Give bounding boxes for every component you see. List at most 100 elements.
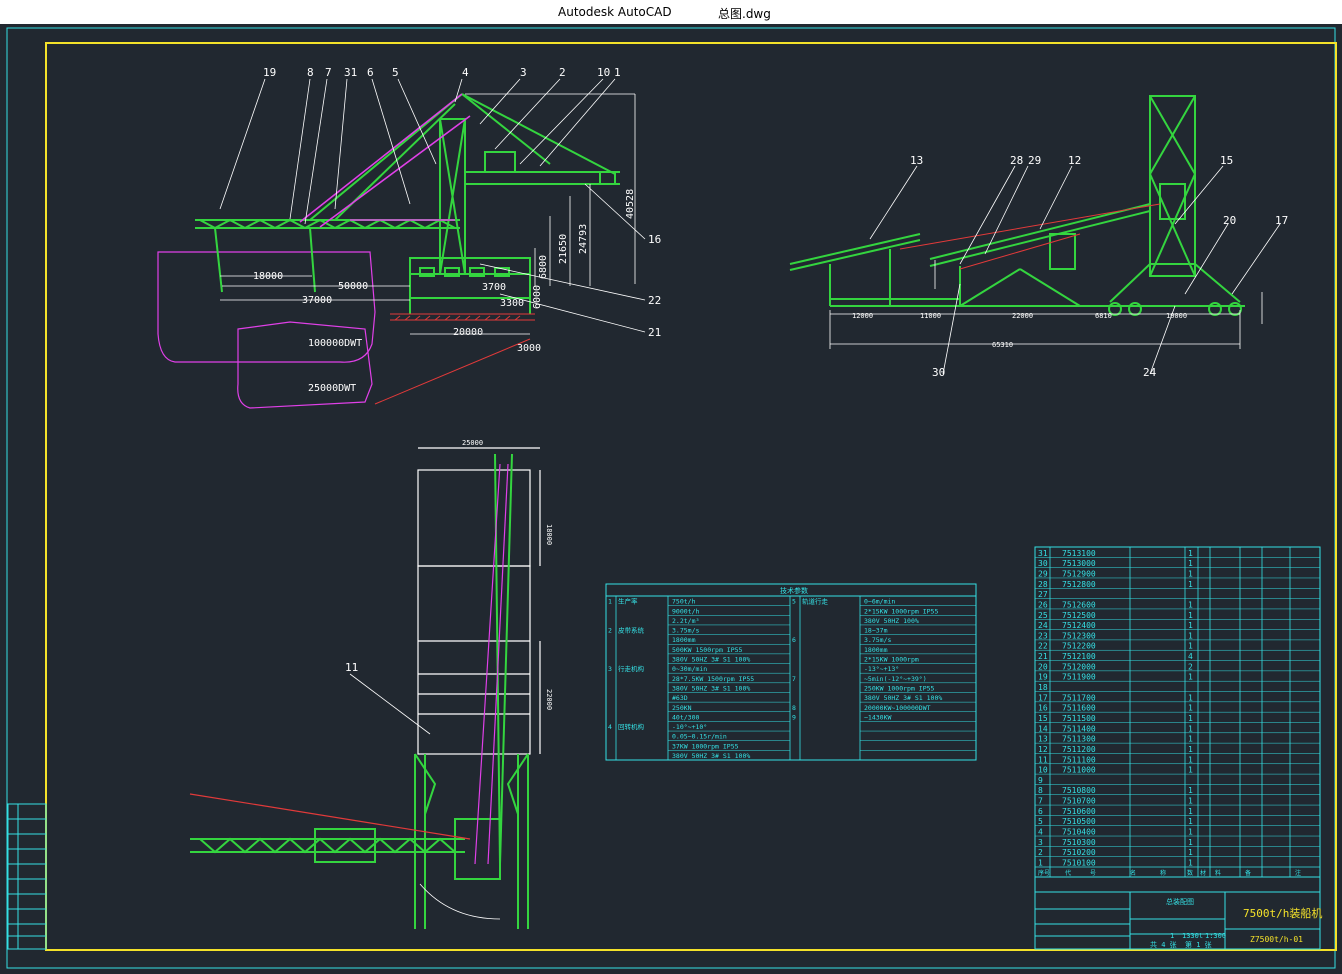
balloon-5[interactable]: 5 — [392, 66, 399, 79]
balloon-12[interactable]: 12 — [1068, 154, 1081, 167]
spec-cell: 380V 50HZ 3# S1 100% — [672, 656, 750, 664]
spec-cell: 7 — [792, 675, 796, 683]
side-view[interactable]: 13 28 29 12 15 20 17 30 24 12000 11000 2… — [789, 95, 1288, 379]
file-name: 总图.dwg — [718, 7, 771, 21]
spec-cell: 37KW 1000rpm IP55 — [672, 742, 739, 750]
parts-header-cell: 料 — [1215, 869, 1221, 877]
parts-row-number: 11 — [1038, 755, 1048, 764]
balloon-4[interactable]: 4 — [462, 66, 469, 79]
parts-row-number: 28 — [1038, 580, 1048, 589]
parts-row-number: 8 — [1038, 786, 1043, 795]
balloon-22[interactable]: 22 — [648, 294, 661, 307]
balloon-3[interactable]: 3 — [520, 66, 527, 79]
parts-row-qty: 1 — [1188, 735, 1193, 744]
parts-row-number: 21 — [1038, 652, 1048, 661]
balloon-19[interactable]: 19 — [263, 66, 276, 79]
spec-cell: 5 — [792, 598, 796, 606]
balloon-30[interactable]: 30 — [932, 366, 945, 379]
spec-cell: 8 — [792, 704, 796, 712]
balloon-21[interactable]: 21 — [648, 326, 661, 339]
parts-row-qty: 1 — [1188, 859, 1193, 868]
outer-frame — [6, 27, 1336, 969]
dim-50000: 50000 — [338, 281, 368, 292]
parts-row-code: 7512800 — [1062, 580, 1096, 589]
balloon-1[interactable]: 1 — [614, 66, 621, 79]
spec-cell: 0~30m/min — [672, 665, 707, 673]
parts-row-qty: 2 — [1188, 662, 1193, 671]
balloon-6[interactable]: 6 — [367, 66, 374, 79]
parts-row-code: 7511300 — [1062, 735, 1096, 744]
parts-row-qty: 1 — [1188, 631, 1193, 640]
spec-cell: 750t/h — [672, 598, 696, 606]
elevation-view[interactable]: 19 8 7 31 6 5 4 3 2 10 1 16 22 21 18000 … — [157, 66, 661, 409]
balloon-13[interactable]: 13 — [910, 154, 923, 167]
parts-row-qty: 1 — [1188, 704, 1193, 713]
parts-row-number: 15 — [1038, 714, 1048, 723]
title-qty: 1 — [1170, 932, 1174, 940]
parts-header-cell: 数 — [1187, 869, 1193, 877]
parts-row-code: 7513100 — [1062, 549, 1096, 558]
ship-label-100000dwt: 100000DWT — [308, 338, 362, 349]
spec-cell: 3 — [608, 665, 612, 673]
parts-row-number: 4 — [1038, 828, 1043, 837]
balloon-2[interactable]: 2 — [559, 66, 566, 79]
spec-cell: 250KW 1000rpm IP55 — [864, 684, 935, 692]
spec-cell: 2 — [608, 627, 612, 635]
balloon-10[interactable]: 10 — [597, 66, 610, 79]
spec-cell: 1 — [608, 598, 612, 606]
parts-row-code: 7512600 — [1062, 600, 1096, 609]
parts-row-qty: 1 — [1188, 673, 1193, 682]
drawing-canvas[interactable]: 19 8 7 31 6 5 4 3 2 10 1 16 22 21 18000 … — [0, 24, 1342, 974]
balloon-20[interactable]: 20 — [1223, 214, 1236, 227]
balloon-8[interactable]: 8 — [307, 66, 314, 79]
parts-row-qty: 1 — [1188, 817, 1193, 826]
spec-cell: 3.75m/s — [672, 627, 699, 635]
balloon-16[interactable]: 16 — [648, 233, 661, 246]
side-dim-6810: 6810 — [1095, 312, 1112, 320]
spec-cell: 行走机构 — [618, 664, 645, 673]
title-label: 总装配图 — [1166, 897, 1194, 906]
spec-cell: 回转机构 — [618, 722, 645, 731]
balloon-28[interactable]: 28 — [1010, 154, 1023, 167]
spec-cell: 6 — [792, 636, 796, 644]
plan-dim-18000: 18000 — [545, 524, 553, 545]
parts-row-number: 10 — [1038, 766, 1048, 775]
spec-cell: 2*15KW 1000rpm IP55 — [864, 607, 938, 615]
drawing-border — [45, 42, 1337, 951]
balloon-17[interactable]: 17 — [1275, 214, 1288, 227]
balloon-31[interactable]: 31 — [344, 66, 357, 79]
parts-row-qty: 4 — [1188, 652, 1193, 661]
dim-6000: 6000 — [532, 285, 543, 309]
parts-row-qty: 1 — [1188, 755, 1193, 764]
parts-list[interactable]: 31 7513100 130 7513000 129 7512900 128 7512800 1… — [1034, 546, 1321, 878]
parts-row-code: 7510200 — [1062, 848, 1096, 857]
dim-37000: 37000 — [302, 295, 332, 306]
balloon-11[interactable]: 11 — [345, 661, 358, 674]
parts-row-code: 7511900 — [1062, 673, 1096, 682]
parts-row-code: 7511200 — [1062, 745, 1096, 754]
parts-row-number: 26 — [1038, 600, 1048, 609]
spec-cell: 380V 50HZ 3# S1 100% — [672, 684, 750, 692]
spec-table[interactable]: 技术参数 1 生产率 750t/h 5 轨道行走 0~6m/min 9000t/h 2*15K… — [605, 583, 977, 761]
balloon-24[interactable]: 24 — [1143, 366, 1157, 379]
parts-row-number: 5 — [1038, 817, 1043, 826]
parts-row-number: 7 — [1038, 797, 1043, 806]
parts-row-number: 18 — [1038, 683, 1048, 692]
spec-cell: 380V 50HZ 3# S1 100% — [864, 694, 942, 702]
spec-cell: 2.2t/m³ — [672, 617, 699, 625]
parts-header-cell: 备 — [1245, 869, 1251, 877]
title-scale: 1:300 — [1205, 932, 1226, 940]
balloon-7[interactable]: 7 — [325, 66, 332, 79]
balloon-29[interactable]: 29 — [1028, 154, 1041, 167]
dim-3000: 3000 — [517, 343, 541, 354]
parts-row-qty: 1 — [1188, 724, 1193, 733]
dim-18000: 18000 — [253, 271, 283, 282]
spec-cell: 250KN — [672, 704, 692, 712]
spec-cell: 生产率 — [618, 597, 638, 606]
plan-view[interactable]: 11 25000 18000 22000 — [189, 439, 553, 929]
parts-row-code: 7512000 — [1062, 662, 1096, 671]
parts-row-number: 23 — [1038, 631, 1048, 640]
balloon-15[interactable]: 15 — [1220, 154, 1233, 167]
parts-row-qty: 1 — [1188, 611, 1193, 620]
parts-row-qty: 1 — [1188, 569, 1193, 578]
